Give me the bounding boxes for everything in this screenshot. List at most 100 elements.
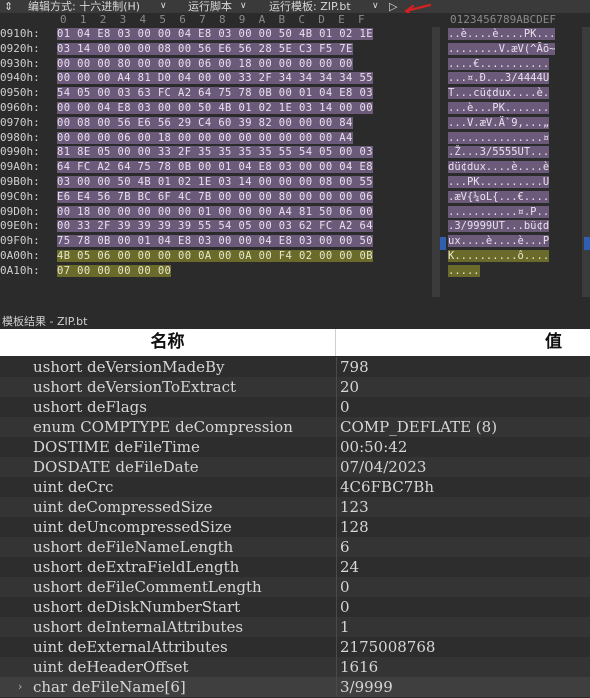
field-value[interactable]: 00:50:42	[340, 437, 590, 457]
ascii-row[interactable]: ...PK..........U	[448, 175, 584, 190]
hex-address: 09F0h:	[0, 234, 40, 248]
hex-row[interactable]: 00 00 00 06 00 18 00 00 00 00 00 00 00 0…	[57, 131, 427, 146]
hex-row[interactable]: 03 14 00 00 00 08 00 56 E6 56 28 5E C3 F…	[57, 42, 427, 57]
result-row[interactable]: uint deCompressedSize 123	[0, 497, 590, 517]
field-value[interactable]: 0	[340, 397, 590, 417]
ascii-row[interactable]: .Ž...3/5555UT...	[448, 145, 584, 160]
column-divider	[336, 437, 337, 457]
column-header-name[interactable]: 名称	[0, 329, 336, 356]
result-row[interactable]: uint deExternalAttributes 2175008768	[0, 637, 590, 657]
field-value[interactable]: 07/04/2023	[340, 457, 590, 477]
field-value[interactable]: 0	[340, 577, 590, 597]
result-row[interactable]: ushort deVersionMadeBy 798	[0, 357, 590, 377]
ascii-row[interactable]: ........V.æV(^Ãõ~	[448, 42, 584, 57]
result-row[interactable]: DOSTIME deFileTime 00:50:42	[0, 437, 590, 457]
ascii-scrollbar[interactable]	[582, 27, 590, 297]
hex-row[interactable]: 4B 05 06 00 00 00 00 0A 00 0A 00 F4 02 0…	[57, 249, 427, 264]
hex-column-header: 0 1 2 3 4 5 6 7 8 9 A B C D E F	[60, 13, 365, 26]
hex-row[interactable]: 00 00 00 A4 81 D0 04 00 00 33 2F 34 34 3…	[57, 71, 427, 86]
hex-row[interactable]: 01 04 E8 03 00 00 04 E8 03 00 00 50 4B 0…	[57, 27, 427, 42]
run-script-menu[interactable]: 运行脚本	[188, 0, 232, 13]
result-row[interactable]: ushort deFlags 0	[0, 397, 590, 417]
result-row[interactable]: uint deHeaderOffset 1616	[0, 657, 590, 677]
result-row[interactable]: uint deUncompressedSize 128	[0, 517, 590, 537]
chevron-down-icon[interactable]: ∨	[160, 0, 167, 13]
hex-address: 0990h:	[0, 145, 40, 159]
hex-bytes-column[interactable]: 01 04 E8 03 00 00 04 E8 03 00 00 50 4B 0…	[57, 27, 427, 279]
toolbar: ⇕ 编辑方式: 十六进制(H) ∨ 运行脚本 ∨ 运行模板: ZIP.bt ∨ …	[0, 0, 590, 13]
hex-address: 09D0h:	[0, 204, 40, 218]
field-value[interactable]: 1616	[340, 657, 590, 677]
field-value[interactable]: 1	[340, 617, 590, 637]
result-row[interactable]: ushort deVersionToExtract 20	[0, 377, 590, 397]
ascii-row[interactable]: .æV{¼oL{...€....	[448, 190, 584, 205]
column-header-value[interactable]: 值	[336, 329, 590, 356]
hex-row[interactable]: 64 FC A2 64 75 78 0B 00 01 04 E8 03 00 0…	[57, 160, 427, 175]
hex-row[interactable]: E6 E4 56 7B BC 6F 4C 7B 00 00 00 80 00 0…	[57, 190, 427, 205]
hex-row[interactable]: 75 78 0B 00 01 04 E8 03 00 00 04 E8 03 0…	[57, 234, 427, 249]
result-row[interactable]: enum COMPTYPE deCompression COMP_DEFLATE …	[0, 417, 590, 437]
hex-row[interactable]: 07 00 00 00 00 00	[57, 264, 427, 279]
ascii-row[interactable]: ux....è....è...P	[448, 234, 584, 249]
edit-mode-menu[interactable]: 编辑方式: 十六进制(H)	[28, 0, 140, 13]
result-row[interactable]: › char deFileName[6] 3/9999	[0, 677, 590, 697]
column-divider	[336, 557, 337, 577]
field-value[interactable]: 2175008768	[340, 637, 590, 657]
field-name: ushort deFileNameLength	[33, 538, 234, 556]
field-value[interactable]: 3/9999	[340, 677, 590, 697]
chevron-right-icon[interactable]: ›	[18, 677, 22, 697]
column-divider	[336, 417, 337, 437]
hex-row[interactable]: 03 00 00 50 4B 01 02 1E 03 14 00 00 00 0…	[57, 175, 427, 190]
result-row[interactable]: ushort deInternalAttributes 1	[0, 617, 590, 637]
ascii-row[interactable]: K..........ô....	[448, 249, 584, 264]
chevron-down-icon[interactable]: ∨	[240, 0, 247, 13]
result-row[interactable]: ushort deFileCommentLength 0	[0, 577, 590, 597]
field-value[interactable]: 24	[340, 557, 590, 577]
ascii-row[interactable]: ..è....è....PK...	[448, 27, 584, 42]
field-name: uint deCompressedSize	[33, 498, 213, 516]
result-row[interactable]: ushort deFileNameLength 6	[0, 537, 590, 557]
ascii-row[interactable]: ...............¤	[448, 131, 584, 146]
play-icon[interactable]: ▷	[389, 0, 397, 13]
result-row[interactable]: uint deCrc 4C6FBC7Bh	[0, 477, 590, 497]
field-value[interactable]: COMP_DEFLATE (8)	[340, 417, 590, 437]
hex-scrollbar[interactable]	[432, 27, 440, 297]
hex-row[interactable]: 00 00 00 80 00 00 00 06 00 18 00 00 00 0…	[57, 57, 427, 72]
result-row[interactable]: ushort deDiskNumberStart 0	[0, 597, 590, 617]
hex-row[interactable]: 00 08 00 56 E6 56 29 C4 60 39 82 00 00 0…	[57, 116, 427, 131]
hex-address: 0920h:	[0, 41, 40, 55]
hex-row[interactable]: 81 8E 05 00 00 33 2F 35 35 35 35 55 54 0…	[57, 145, 427, 160]
field-name: char deFileName[6]	[33, 678, 186, 696]
ascii-row[interactable]: ...V.æV.Ä`9,...„	[448, 116, 584, 131]
hex-editor[interactable]: 0 1 2 3 4 5 6 7 8 9 A B C D E F 01234567…	[0, 13, 590, 314]
hex-row[interactable]: 00 33 2F 39 39 39 39 55 54 05 00 03 62 F…	[57, 219, 427, 234]
field-name: ushort deFileCommentLength	[33, 578, 262, 596]
ascii-row[interactable]: ...è...PK.......	[448, 101, 584, 116]
field-value[interactable]: 0	[340, 597, 590, 617]
hex-address: 0930h:	[0, 56, 40, 70]
result-row[interactable]: DOSDATE deFileDate 07/04/2023	[0, 457, 590, 477]
ascii-row[interactable]: T...cü¢dux....è.	[448, 86, 584, 101]
ascii-row[interactable]: .....	[448, 264, 584, 279]
ascii-row[interactable]: ....€...........	[448, 57, 584, 72]
hex-row[interactable]: 00 00 04 E8 03 00 00 50 4B 01 02 1E 03 1…	[57, 101, 427, 116]
chevron-down-icon[interactable]: ∨	[372, 0, 379, 13]
result-row[interactable]: ushort deExtraFieldLength 24	[0, 557, 590, 577]
ascii-row[interactable]: ...........¤.P..	[448, 205, 584, 220]
hex-address: 0980h:	[0, 130, 40, 144]
field-value[interactable]: 128	[340, 517, 590, 537]
field-value[interactable]: 4C6FBC7Bh	[340, 477, 590, 497]
hex-row[interactable]: 00 18 00 00 00 00 00 01 00 00 00 A4 81 5…	[57, 205, 427, 220]
run-template-menu[interactable]: 运行模板: ZIP.bt	[269, 0, 351, 13]
field-value[interactable]: 20	[340, 377, 590, 397]
hex-row[interactable]: 54 05 00 03 63 FC A2 64 75 78 0B 00 01 0…	[57, 86, 427, 101]
ascii-row[interactable]: ...¤.Ð...3/4444U	[448, 71, 584, 86]
column-divider	[336, 477, 337, 497]
ascii-row[interactable]: .3/9999UT...bü¢d	[448, 219, 584, 234]
field-value[interactable]: 6	[340, 537, 590, 557]
ascii-column[interactable]: ..è....è....PK... ........V.æV(^Ãõ~ ....€.…	[448, 27, 584, 279]
field-value[interactable]: 798	[340, 357, 590, 377]
field-value[interactable]: 123	[340, 497, 590, 517]
menu-icon[interactable]: ⇕	[4, 0, 13, 13]
ascii-row[interactable]: dü¢dux....è....è	[448, 160, 584, 175]
